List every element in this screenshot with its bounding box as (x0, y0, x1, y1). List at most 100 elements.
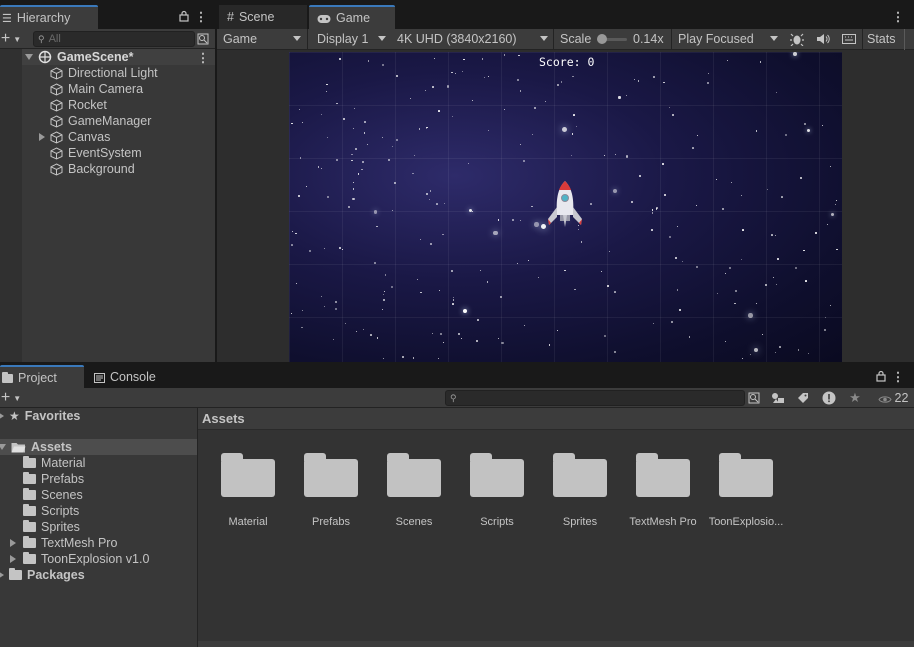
star (615, 153, 616, 155)
hierarchy-item[interactable]: EventSystem (36, 145, 142, 161)
hierarchy-item[interactable]: Rocket (36, 97, 107, 113)
audio-mute-icon[interactable] (814, 30, 832, 48)
folder-icon (2, 371, 13, 383)
star (517, 263, 518, 264)
unity-scene-icon (38, 50, 52, 64)
expand-arrow-icon[interactable] (10, 539, 16, 547)
assets-breadcrumb-bar (198, 408, 914, 430)
keyboard-icon[interactable] (840, 30, 858, 48)
asset-folder-tile[interactable]: TextMesh Pro (623, 450, 703, 528)
favorites-row[interactable]: ★ Favorites (0, 408, 80, 424)
bug-icon[interactable] (788, 30, 806, 48)
star (821, 124, 823, 126)
asset-folder-tile[interactable]: ToonExplosio... (706, 450, 786, 528)
expand-arrow-icon[interactable] (0, 571, 4, 579)
lock-icon[interactable] (178, 9, 190, 23)
hierarchy-item[interactable]: Background (36, 161, 135, 177)
star (309, 250, 311, 252)
caret-icon (378, 36, 386, 41)
hierarchy-item[interactable]: Directional Light (36, 65, 158, 81)
filter-by-type-icon[interactable] (770, 390, 786, 406)
grid-hash-icon: # (227, 10, 234, 24)
favorite-star-icon[interactable]: ★ (847, 389, 863, 406)
scene-menu-icon[interactable]: ⋮ (197, 50, 210, 65)
expand-arrow-icon[interactable] (39, 133, 45, 141)
star (803, 122, 806, 125)
scale-slider[interactable] (597, 34, 627, 44)
star (761, 333, 763, 335)
create-add-icon[interactable]: + ▼ (0, 30, 22, 48)
star (826, 224, 828, 225)
scene-root-row[interactable]: GameScene* (22, 49, 215, 65)
star (531, 205, 533, 207)
hidden-packages-toggle[interactable]: 22 (874, 389, 912, 406)
star (806, 128, 810, 132)
star (676, 289, 678, 291)
star (716, 293, 718, 294)
project-folder-row[interactable]: Sprites (8, 519, 80, 535)
project-folder-row[interactable]: TextMesh Pro (8, 535, 117, 551)
star (630, 200, 633, 204)
asset-folder-tile[interactable]: Material (208, 450, 288, 528)
project-folder-row[interactable]: Scenes (8, 487, 83, 503)
game-view-canvas[interactable]: Score: 0 (289, 52, 842, 362)
open-folder-icon (11, 442, 26, 453)
star (299, 157, 301, 159)
star (477, 319, 479, 321)
star (734, 303, 736, 305)
star (355, 148, 357, 150)
resolution-value: 4K UHD (3840x2160) (397, 32, 517, 46)
project-folder-row[interactable]: Scripts (8, 503, 79, 519)
hierarchy-item[interactable]: Main Camera (36, 81, 143, 97)
project-folder-row[interactable]: ToonExplosion v1.0 (8, 551, 149, 567)
project-folder-row[interactable]: Prefabs (8, 471, 84, 487)
asset-folder-tile[interactable]: Scripts (457, 450, 537, 528)
project-lock-icon[interactable] (875, 369, 887, 383)
search-filter-icon[interactable] (196, 31, 210, 47)
star (681, 260, 683, 262)
asset-folder-tile[interactable]: Prefabs (291, 450, 371, 528)
tab-console[interactable]: Console (86, 365, 176, 389)
asset-folder-tile[interactable]: Scenes (374, 450, 454, 528)
hierarchy-item[interactable]: Canvas (36, 129, 110, 145)
star (724, 340, 726, 342)
hierarchy-item-label: Canvas (68, 130, 111, 144)
view-more-options-icon[interactable]: ⋮ (892, 9, 905, 24)
assets-root-row[interactable]: Assets (0, 439, 197, 455)
project-more-options-icon[interactable]: ⋮ (892, 369, 905, 384)
tab-scene[interactable]: # Scene (219, 5, 307, 29)
packages-row[interactable]: Packages (0, 567, 85, 583)
star (497, 338, 499, 339)
warning-filter-icon[interactable] (821, 389, 837, 406)
filter-by-label-icon[interactable] (795, 390, 811, 406)
hierarchy-item[interactable]: GameManager (36, 113, 151, 129)
breadcrumb-assets[interactable]: Assets (202, 411, 245, 426)
caret-icon (770, 36, 778, 41)
display-dropdown[interactable]: Display 1 (311, 29, 391, 49)
play-mode-dropdown[interactable]: Play Focused (672, 29, 783, 49)
star (383, 290, 385, 292)
expand-arrow-icon[interactable] (0, 444, 6, 450)
view-mode-dropdown[interactable]: Game (217, 29, 306, 49)
play-mode-value: Play Focused (678, 32, 754, 46)
resolution-dropdown[interactable]: 4K UHD (3840x2160) (391, 29, 553, 49)
hierarchy-search-input[interactable]: ⚲ All (33, 31, 195, 47)
star (295, 232, 297, 234)
project-folder-label: Scenes (41, 488, 83, 502)
project-search-input[interactable]: ⚲ (445, 390, 745, 406)
tab-project[interactable]: Project (0, 365, 84, 389)
project-folder-row[interactable]: Material (8, 455, 85, 471)
tab-hierarchy[interactable]: ☰ Hierarchy (0, 5, 98, 29)
scale-slider-thumb[interactable] (597, 34, 607, 44)
gizmos-button[interactable] (904, 29, 914, 50)
more-options-icon[interactable]: ⋮ (195, 9, 208, 24)
folder-icon (304, 453, 358, 497)
expand-arrow-icon[interactable] (10, 555, 16, 563)
stats-button[interactable]: Stats (867, 32, 896, 46)
expand-arrow-icon[interactable] (25, 54, 33, 60)
tab-game[interactable]: Game (309, 5, 395, 29)
project-create-icon[interactable]: + ▼ (0, 389, 22, 407)
expand-arrow-icon[interactable] (0, 412, 4, 420)
asset-folder-tile[interactable]: Sprites (540, 450, 620, 528)
search-in-icon[interactable] (747, 390, 761, 406)
